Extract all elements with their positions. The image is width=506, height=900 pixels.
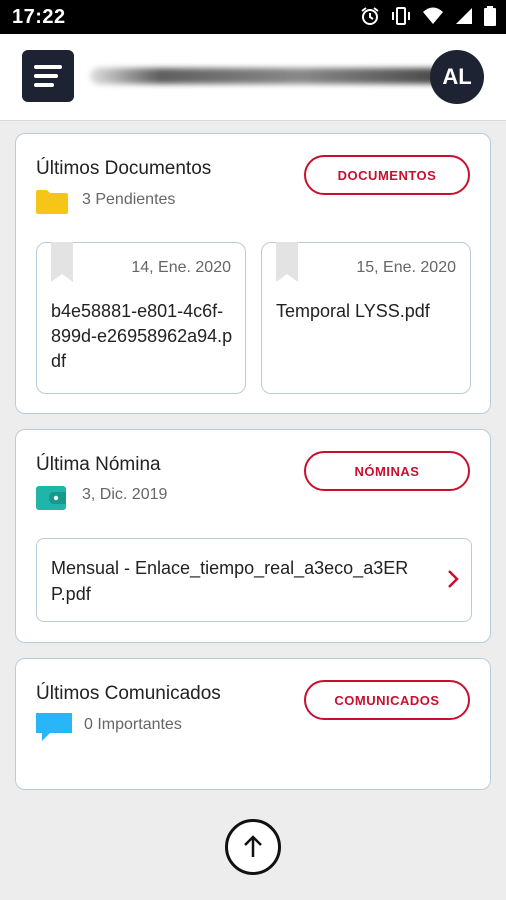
document-item[interactable]: 14, Ene. 2020 b4e58881-e801-4c6f-899d-e2… [36,242,246,394]
signal-icon [456,8,472,24]
scroll-top-button[interactable] [225,819,281,875]
folder-icon [36,190,68,214]
menu-icon-line [34,74,58,78]
vibrate-icon [392,7,410,25]
payroll-button[interactable]: NÓMINAS [304,451,470,491]
menu-icon-line [34,65,62,69]
document-name: b4e58881-e801-4c6f-899d-e26958962a94.pdf [51,301,233,371]
payroll-item[interactable]: Mensual - Enlace_tiempo_real_a3eco_a3ERP… [36,538,472,622]
battery-icon [484,6,496,26]
communications-important: 0 Importantes [84,716,182,733]
document-date: 14, Ene. 2020 [131,259,231,276]
communications-button[interactable]: COMUNICADOS [304,680,470,720]
status-bar: 17:22 [0,0,506,34]
chat-icon [36,713,72,741]
document-name: Temporal LYSS.pdf [276,301,430,321]
bookmark-icon [276,242,298,282]
documents-pending: 3 Pendientes [82,191,176,208]
menu-icon-line [34,83,54,87]
wifi-icon [423,7,443,24]
alarm-icon [361,7,379,25]
communications-title: Últimos Comunicados [36,683,221,704]
bookmark-icon [51,242,73,282]
menu-button[interactable] [22,50,74,102]
payroll-title: Última Nómina [36,454,161,475]
payroll-date: 3, Dic. 2019 [82,486,168,503]
documents-button[interactable]: DOCUMENTOS [304,155,470,195]
status-icons [360,6,496,26]
document-date: 15, Ene. 2020 [356,259,456,276]
payroll-file-name: Mensual - Enlace_tiempo_real_a3eco_a3ERP… [51,558,409,604]
app-header: AL [0,34,506,121]
chevron-right-icon [448,570,459,588]
communications-card: Últimos Comunicados 0 Importantes COMUNI… [15,658,491,790]
payroll-card: Última Nómina 3, Dic. 2019 NÓMINAS Mensu… [15,429,491,643]
blurred-user-name [90,68,440,84]
documents-title: Últimos Documentos [36,158,212,179]
wallet-icon [36,486,66,510]
status-time: 17:22 [12,6,66,28]
documents-card: Últimos Documentos 3 Pendientes DOCUMENT… [15,133,491,414]
arrow-up-icon [244,835,262,857]
avatar[interactable]: AL [430,50,484,104]
document-item[interactable]: 15, Ene. 2020 Temporal LYSS.pdf [261,242,471,394]
